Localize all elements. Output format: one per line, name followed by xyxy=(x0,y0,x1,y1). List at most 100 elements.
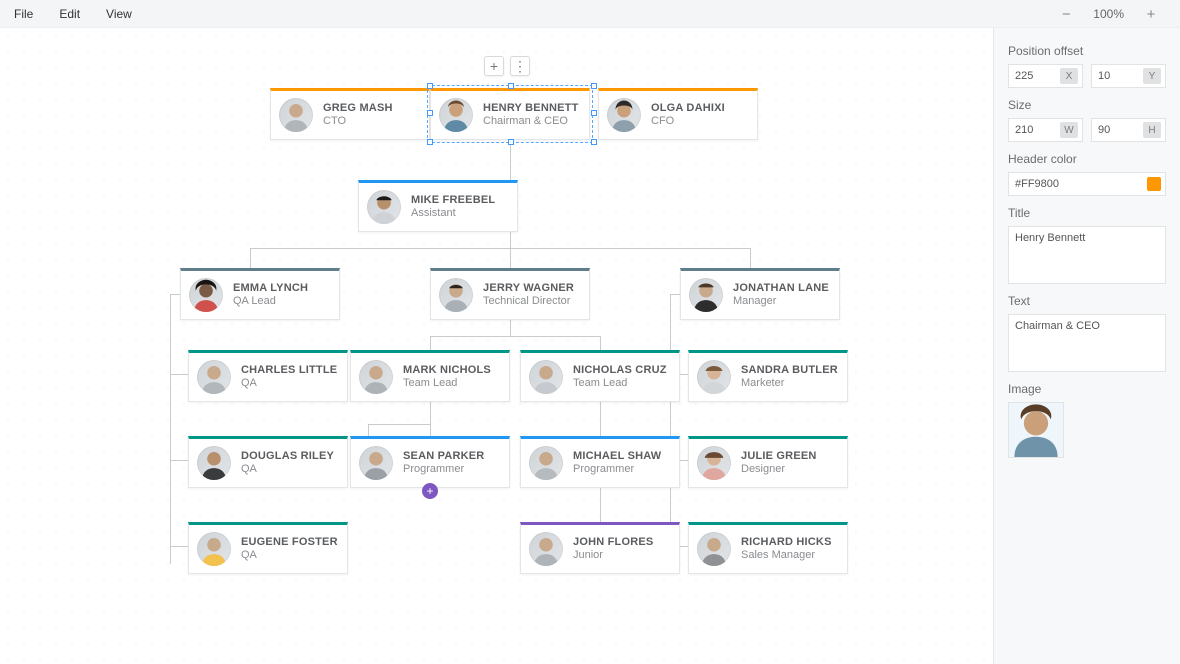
menu-view[interactable]: View xyxy=(106,7,132,21)
avatar xyxy=(529,532,563,566)
card-name: HENRY BENNETT xyxy=(483,102,579,115)
card-richard[interactable]: RICHARD HICKSSales Manager xyxy=(688,522,848,574)
card-charles[interactable]: CHARLES LITTLEQA xyxy=(188,350,348,402)
add-child-button[interactable]: + xyxy=(484,56,504,76)
card-role: Programmer xyxy=(403,463,484,476)
card-greg[interactable]: GREG MASH CTO xyxy=(270,88,430,140)
avatar xyxy=(197,532,231,566)
card-role: QA xyxy=(241,377,337,390)
avatar xyxy=(197,360,231,394)
text-label: Text xyxy=(1008,294,1166,308)
card-emma[interactable]: EMMA LYNCH QA Lead xyxy=(180,268,340,320)
card-more-button[interactable]: ⋮ xyxy=(510,56,530,76)
card-role: Sales Manager xyxy=(741,549,832,562)
card-name: RICHARD HICKS xyxy=(741,536,832,549)
card-role: Junior xyxy=(573,549,653,562)
zoom-out-button[interactable]: − xyxy=(1059,6,1073,23)
card-olga[interactable]: OLGA DAHIXI CFO xyxy=(598,88,758,140)
card-name: EUGENE FOSTER xyxy=(241,536,338,549)
card-role: Technical Director xyxy=(483,295,574,308)
pos-label: Position offset xyxy=(1008,44,1166,58)
avatar xyxy=(197,446,231,480)
card-sandra[interactable]: SANDRA BUTLERMarketer xyxy=(688,350,848,402)
avatar xyxy=(439,98,473,132)
properties-panel: Position offset 225X 10Y Size 210W 90H H… xyxy=(994,28,1180,664)
menubar: File Edit View − 100% + xyxy=(0,0,1180,28)
card-role: Team Lead xyxy=(573,377,667,390)
x-tag-icon: X xyxy=(1060,68,1078,84)
menu-file[interactable]: File xyxy=(14,7,33,21)
resize-handle-n[interactable] xyxy=(508,83,514,89)
card-role: Team Lead xyxy=(403,377,491,390)
avatar xyxy=(697,532,731,566)
card-name: SANDRA BUTLER xyxy=(741,364,838,377)
zoom-in-button[interactable]: + xyxy=(1144,6,1158,23)
card-name: DOUGLAS RILEY xyxy=(241,450,334,463)
image-label: Image xyxy=(1008,382,1166,396)
card-name: OLGA DAHIXI xyxy=(651,102,725,115)
card-name: NICHOLAS CRUZ xyxy=(573,364,667,377)
card-name: GREG MASH xyxy=(323,102,393,115)
card-michael[interactable]: MICHAEL SHAWProgrammer xyxy=(520,436,680,488)
title-input[interactable]: Henry Bennett xyxy=(1008,226,1166,284)
card-name: SEAN PARKER xyxy=(403,450,484,463)
card-mike[interactable]: MIKE FREEBEL Assistant xyxy=(358,180,518,232)
card-role: QA Lead xyxy=(233,295,308,308)
pos-y-input[interactable]: 10Y xyxy=(1091,64,1166,88)
resize-handle-nw[interactable] xyxy=(427,83,433,89)
card-name: MARK NICHOLS xyxy=(403,364,491,377)
card-jonathan[interactable]: JONATHAN LANE Manager xyxy=(680,268,840,320)
card-henry[interactable]: HENRY BENNETT Chairman & CEO xyxy=(430,88,590,140)
avatar xyxy=(689,278,723,312)
avatar xyxy=(607,98,641,132)
size-w-input[interactable]: 210W xyxy=(1008,118,1083,142)
card-role: Chairman & CEO xyxy=(483,115,579,128)
card-john[interactable]: JOHN FLORESJunior xyxy=(520,522,680,574)
resize-handle-e[interactable] xyxy=(591,110,597,116)
card-role: Marketer xyxy=(741,377,838,390)
menu-edit[interactable]: Edit xyxy=(59,7,80,21)
color-label: Header color xyxy=(1008,152,1166,166)
card-eugene[interactable]: EUGENE FOSTERQA xyxy=(188,522,348,574)
canvas[interactable]: + ⋮ GREG MASH CTO xyxy=(0,28,994,664)
resize-handle-s[interactable] xyxy=(508,139,514,145)
avatar xyxy=(359,360,393,394)
zoom-level: 100% xyxy=(1093,7,1124,21)
avatar xyxy=(439,278,473,312)
avatar xyxy=(529,360,563,394)
card-role: CFO xyxy=(651,115,725,128)
card-jerry[interactable]: JERRY WAGNER Technical Director xyxy=(430,268,590,320)
resize-handle-w[interactable] xyxy=(427,110,433,116)
avatar xyxy=(359,446,393,480)
pos-x-input[interactable]: 225X xyxy=(1008,64,1083,88)
card-role: QA xyxy=(241,463,334,476)
image-picker[interactable] xyxy=(1008,402,1064,458)
text-input[interactable]: Chairman & CEO xyxy=(1008,314,1166,372)
card-name: MIKE FREEBEL xyxy=(411,194,495,207)
header-color-input[interactable]: #FF9800 xyxy=(1008,172,1166,196)
resize-handle-se[interactable] xyxy=(591,139,597,145)
size-h-input[interactable]: 90H xyxy=(1091,118,1166,142)
card-douglas[interactable]: DOUGLAS RILEYQA xyxy=(188,436,348,488)
card-julie[interactable]: JULIE GREENDesigner xyxy=(688,436,848,488)
color-swatch-icon xyxy=(1147,177,1161,191)
h-tag-icon: H xyxy=(1143,122,1161,138)
card-role: Designer xyxy=(741,463,817,476)
card-nicholas[interactable]: NICHOLAS CRUZTeam Lead xyxy=(520,350,680,402)
card-role: QA xyxy=(241,549,338,562)
avatar xyxy=(697,446,731,480)
size-label: Size xyxy=(1008,98,1166,112)
add-below-badge[interactable]: + xyxy=(422,483,438,499)
resize-handle-ne[interactable] xyxy=(591,83,597,89)
card-sean[interactable]: SEAN PARKERProgrammer xyxy=(350,436,510,488)
card-name: JERRY WAGNER xyxy=(483,282,574,295)
card-role: CTO xyxy=(323,115,393,128)
resize-handle-sw[interactable] xyxy=(427,139,433,145)
avatar xyxy=(529,446,563,480)
card-name: CHARLES LITTLE xyxy=(241,364,337,377)
card-mark[interactable]: MARK NICHOLSTeam Lead xyxy=(350,350,510,402)
card-role: Manager xyxy=(733,295,829,308)
y-tag-icon: Y xyxy=(1143,68,1161,84)
card-name: JOHN FLORES xyxy=(573,536,653,549)
avatar xyxy=(189,278,223,312)
